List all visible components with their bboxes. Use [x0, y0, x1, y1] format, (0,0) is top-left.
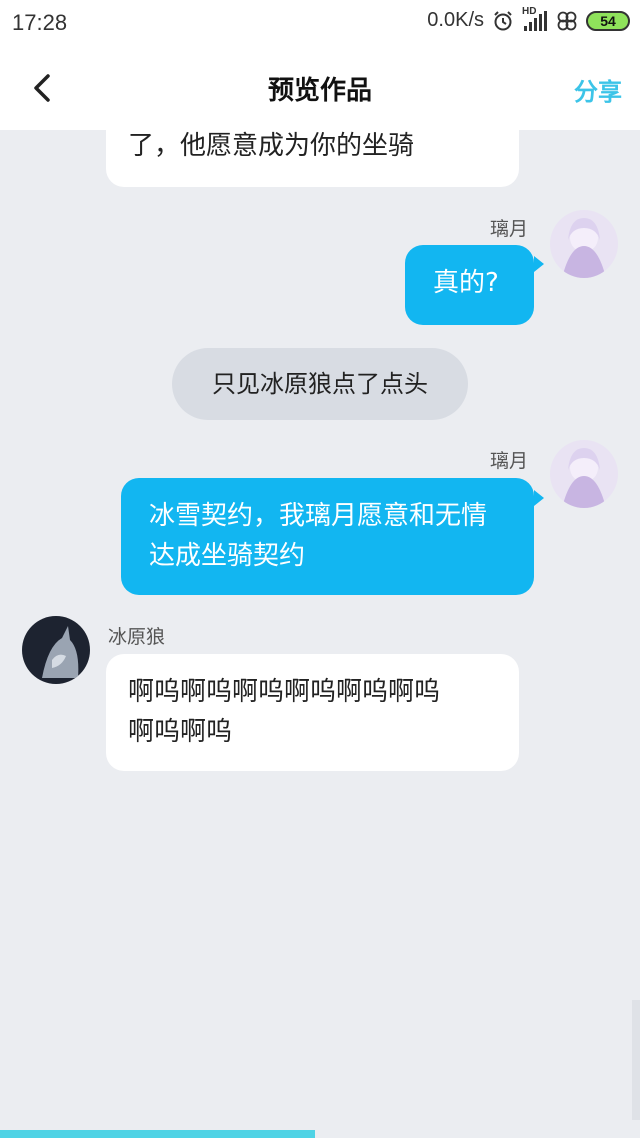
- message-bubble: 冰雪契约，我璃月愿意和无情 达成坐骑契约: [121, 478, 534, 595]
- reading-progress-bar: [0, 1130, 315, 1138]
- narration-text: 只见冰原狼点了点头: [212, 370, 428, 398]
- message-line: 啊呜啊呜: [128, 717, 233, 747]
- bubble-tail: [534, 490, 544, 506]
- status-icons: 0.0K/s HD 54: [427, 6, 630, 32]
- message-bubble: 了，他愿意成为你的坐骑: [106, 130, 519, 187]
- message-line: 达成坐骑契约: [149, 541, 306, 571]
- sender-name: 璃月: [490, 450, 529, 472]
- message-line: 冰雪契约，我璃月愿意和无情: [149, 501, 488, 531]
- battery-indicator: 54: [586, 10, 630, 31]
- network-speed: 0.0K/s: [427, 9, 484, 31]
- avatar-image: [550, 210, 618, 278]
- avatar[interactable]: [22, 616, 90, 684]
- narration-bubble: 只见冰原狼点了点头: [172, 348, 468, 420]
- message-text: 真的?: [433, 268, 499, 298]
- chat-area[interactable]: 了，他愿意成为你的坐骑 璃月 真的? 只见冰原狼点了点头 璃月 冰雪契约，我璃月…: [0, 130, 640, 1138]
- signal-icon: [524, 10, 547, 31]
- avatar[interactable]: [550, 210, 618, 278]
- status-time: 17:28: [12, 10, 68, 35]
- avatar[interactable]: [550, 440, 618, 508]
- wolf-avatar-image: [22, 616, 90, 684]
- share-button[interactable]: 分享: [574, 72, 622, 107]
- signal-block: HD: [522, 6, 548, 32]
- message-line: 啊呜啊呜啊呜啊呜啊呜啊呜: [128, 677, 441, 707]
- message-text: 了，他愿意成为你的坐骑: [128, 131, 415, 161]
- page-title: 预览作品: [267, 76, 372, 106]
- alarm-icon: [494, 10, 512, 30]
- avatar-image: [550, 440, 618, 508]
- clover-icon: [557, 11, 577, 30]
- bubble-tail: [534, 256, 544, 272]
- top-nav-bar: 预览作品 分享: [0, 46, 640, 130]
- message-bubble: 啊呜啊呜啊呜啊呜啊呜啊呜 啊呜啊呜: [106, 654, 519, 771]
- message-bubble: 真的?: [405, 245, 534, 325]
- sender-name: 璃月: [490, 218, 529, 240]
- status-bar: 17:28 0.0K/s HD 54: [0, 0, 640, 46]
- scrollbar[interactable]: [632, 1000, 640, 1120]
- sender-name: 冰原狼: [108, 626, 166, 648]
